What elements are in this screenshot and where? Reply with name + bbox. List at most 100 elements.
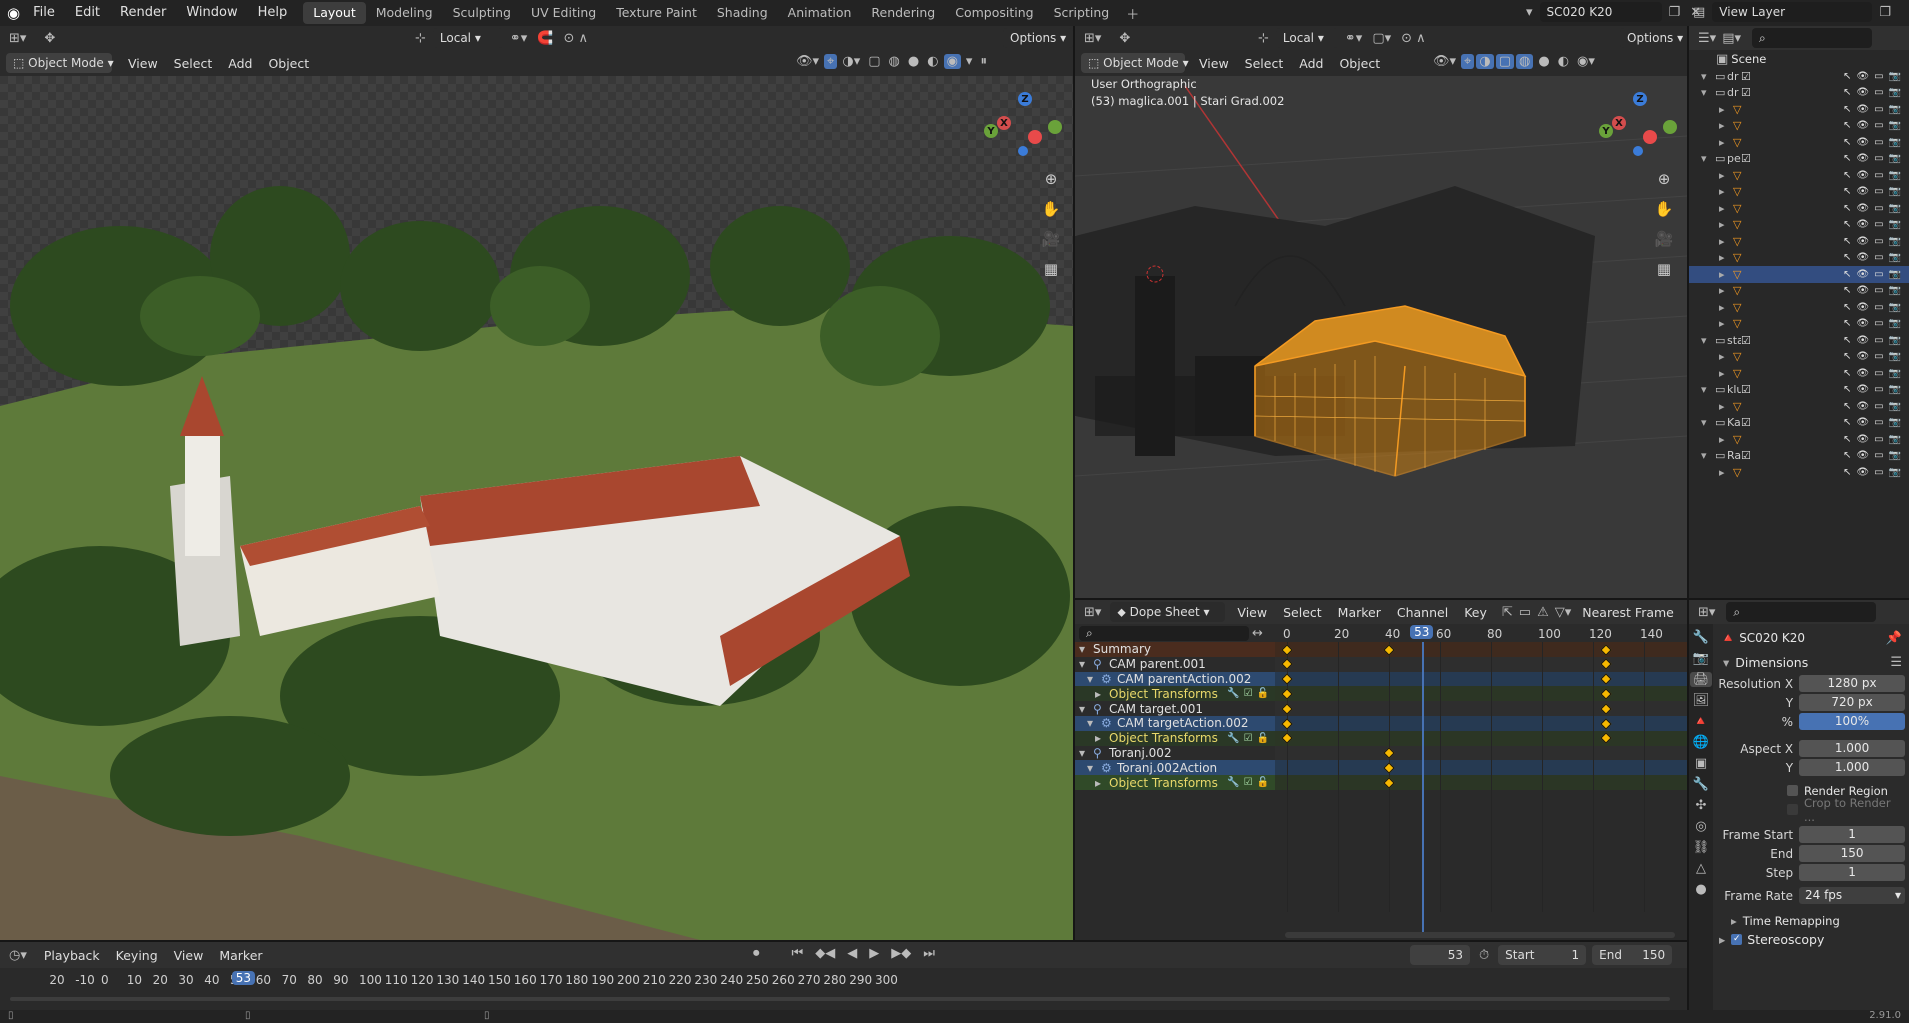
current-frame-indicator[interactable]: 53 — [1410, 625, 1434, 639]
expand-arrow-icon[interactable]: ▾ — [1079, 746, 1093, 760]
eye-icon[interactable]: 👁 — [1856, 203, 1869, 214]
filter-icon[interactable]: ▽▾ — [1552, 605, 1575, 620]
outliner-search[interactable]: ⌕ — [1752, 28, 1872, 48]
outliner-row[interactable]: ▸ ▽ ↖ 👁 ▭ 📷 — [1689, 184, 1909, 201]
monitor-icon[interactable]: ▭ — [1874, 120, 1883, 131]
outliner-row[interactable]: ▸ ▽ ↖ 👁 ▭ 📷 — [1689, 118, 1909, 135]
menu-window[interactable]: Window — [176, 0, 247, 26]
visibility-icon[interactable]: 👁▾ — [1430, 54, 1459, 69]
modifier-tab-icon[interactable]: 🔧 — [1690, 777, 1712, 792]
render-camera-icon[interactable]: 📷 — [1889, 302, 1901, 313]
rendered-icon[interactable]: ◉ — [943, 54, 961, 69]
object-tab-icon[interactable]: ▣ — [1692, 756, 1710, 771]
expand-arrow-icon[interactable]: ▸ — [1719, 185, 1733, 198]
channel-row[interactable]: ▾ ⚲ CAM target.001 — [1075, 701, 1275, 716]
monitor-icon[interactable]: ▭ — [1874, 104, 1883, 115]
expand-arrow-icon[interactable]: ▸ — [1719, 400, 1733, 413]
timeline-scrollbar[interactable] — [10, 997, 1670, 1001]
dopesheet-menu-channel[interactable]: Channel — [1389, 605, 1456, 620]
render-camera-icon[interactable]: 📷 — [1889, 203, 1901, 214]
pivot-icon[interactable]: ⚭▾ — [507, 31, 530, 46]
eye-icon[interactable]: 👁 — [1856, 467, 1869, 478]
next-keyframe-icon[interactable]: ▶◆ — [888, 946, 914, 961]
viewport-menu-add[interactable]: Add — [1291, 56, 1331, 71]
render-camera-icon[interactable]: 📷 — [1889, 236, 1901, 247]
orientation-select[interactable]: Local ▾ — [432, 28, 503, 48]
eye-icon[interactable]: 👁 — [1856, 285, 1869, 296]
expand-arrow-icon[interactable]: ▸ — [1719, 268, 1733, 281]
visibility-icon[interactable]: 👁▾ — [793, 54, 822, 69]
render-camera-icon[interactable]: 📷 — [1889, 417, 1901, 428]
lock-icon[interactable]: 🔓 — [1257, 688, 1269, 699]
expand-arrow-icon[interactable]: ▾ — [1079, 702, 1093, 716]
navigation-gizmo[interactable]: Z X Y — [984, 92, 1062, 162]
pin-icon[interactable]: 📌 — [1883, 631, 1905, 646]
frame-start-field[interactable]: 1 — [1799, 826, 1905, 843]
snap-mode[interactable]: Nearest Frame — [1574, 605, 1682, 620]
mode-select[interactable]: ⬚ Object Mode ▾ — [6, 53, 114, 73]
only-selected-icon[interactable]: ⇱ — [1499, 605, 1516, 620]
render-camera-icon[interactable]: 📷 — [1889, 104, 1901, 115]
workspace-tab-layout[interactable]: Layout — [303, 2, 366, 24]
world-tab-icon[interactable]: 🌐 — [1690, 735, 1712, 750]
monitor-icon[interactable]: ▭ — [1874, 450, 1883, 461]
select-icon[interactable]: ↖ — [1843, 71, 1851, 82]
outliner-row[interactable]: ▸ ▽ ↖ 👁 ▭ 📷 — [1689, 266, 1909, 283]
zoom-icon[interactable]: ⊕ — [1038, 166, 1064, 192]
monitor-icon[interactable]: ▭ — [1874, 219, 1883, 230]
expand-arrow-icon[interactable]: ▾ — [1701, 383, 1715, 396]
shading-box-icon[interactable]: ▢▾ — [1369, 31, 1394, 46]
expand-arrow-icon[interactable]: ▸ — [1719, 317, 1733, 330]
monitor-icon[interactable]: ▭ — [1874, 417, 1883, 428]
editor-type-icon[interactable]: ⊞▾ — [6, 31, 29, 46]
blender-logo-icon[interactable]: ◉ — [4, 4, 23, 22]
outliner-row[interactable]: ▸ ▽ ↖ 👁 ▭ 📷 — [1689, 299, 1909, 316]
monitor-icon[interactable]: ▭ — [1874, 252, 1883, 263]
prev-keyframe-icon[interactable]: ◆◀ — [812, 946, 838, 961]
monitor-icon[interactable]: ▭ — [1874, 335, 1883, 346]
expand-arrow-icon[interactable]: ▸ — [1719, 433, 1733, 446]
current-frame-field[interactable]: 53 — [1410, 945, 1470, 965]
editor-type-icon[interactable]: ⊞▾ — [1081, 605, 1104, 620]
copy-layer-icon[interactable]: ❐ — [1876, 5, 1894, 20]
expand-arrow-icon[interactable]: ▸ — [1719, 466, 1733, 479]
eye-icon[interactable]: 👁 — [1856, 236, 1869, 247]
render-camera-icon[interactable]: 📷 — [1889, 269, 1901, 280]
outliner-row[interactable]: ▸ ▽ ↖ 👁 ▭ 📷 — [1689, 464, 1909, 481]
editor-type-icon[interactable]: ⊞▾ — [1081, 31, 1104, 46]
monitor-icon[interactable]: ▭ — [1874, 467, 1883, 478]
outliner-row[interactable]: ▸ ▽ ↖ 👁 ▭ 📷 — [1689, 431, 1909, 448]
timeline-menu-view[interactable]: View — [166, 948, 212, 963]
workspace-tab-modeling[interactable]: Modeling — [366, 2, 443, 24]
monitor-icon[interactable]: ▭ — [1874, 87, 1883, 98]
render-camera-icon[interactable]: 📷 — [1889, 335, 1901, 346]
mute-checkbox-icon[interactable]: ☑ — [1244, 733, 1253, 744]
expand-arrow-icon[interactable]: ▾ — [1079, 657, 1093, 671]
exclude-checkbox-icon[interactable]: ☑ — [1741, 86, 1755, 99]
expand-arrow-icon[interactable]: ▸ — [1719, 218, 1733, 231]
exclude-checkbox-icon[interactable]: ☑ — [1741, 70, 1755, 83]
constraints-tab-icon[interactable]: ⛓ — [1690, 840, 1713, 855]
outliner-row[interactable]: ▾ ▭ dr ☑ ↖ 👁 ▭ 📷 — [1689, 68, 1909, 85]
proportional-icon[interactable]: ⊙ ∧ — [561, 31, 592, 46]
playhead[interactable] — [1422, 642, 1425, 932]
add-workspace-icon[interactable]: ＋ — [1123, 4, 1142, 23]
expand-arrow-icon[interactable]: ▸ — [1719, 119, 1733, 132]
outliner-row[interactable]: ▸ ▽ ↖ 👁 ▭ 📷 — [1689, 101, 1909, 118]
select-icon[interactable]: ↖ — [1843, 401, 1851, 412]
wrench-icon[interactable]: 🔧 — [1227, 688, 1239, 699]
left-3d-viewport[interactable]: ⊞▾ ✥ ⊹ Local ▾ ⚭▾ 🧲 ⊙ ∧ Options ▾ ⬚ Obje… — [0, 26, 1073, 940]
expand-arrow-icon[interactable]: ▾ — [1701, 86, 1715, 99]
eye-icon[interactable]: 👁 — [1856, 384, 1869, 395]
expand-arrow-icon[interactable]: ▸ — [1719, 251, 1733, 264]
dopesheet-mode-select[interactable]: ⬥ Dope Sheet ▾ — [1110, 602, 1226, 622]
select-icon[interactable]: ↖ — [1843, 269, 1851, 280]
frame-rate-select[interactable]: 24 fps ▾ — [1798, 887, 1905, 904]
outliner-row[interactable]: ▸ ▽ ↖ 👁 ▭ 📷 — [1689, 233, 1909, 250]
lock-icon[interactable]: 🔓 — [1257, 777, 1269, 788]
outliner-row[interactable]: ▾ ▭ sta ☑ ↖ 👁 ▭ 📷 — [1689, 332, 1909, 349]
render-camera-icon[interactable]: 📷 — [1889, 467, 1901, 478]
select-icon[interactable]: ↖ — [1843, 186, 1851, 197]
swap-icon[interactable]: ↔ — [1249, 626, 1266, 641]
xray-icon[interactable]: ▢ — [1495, 54, 1514, 69]
